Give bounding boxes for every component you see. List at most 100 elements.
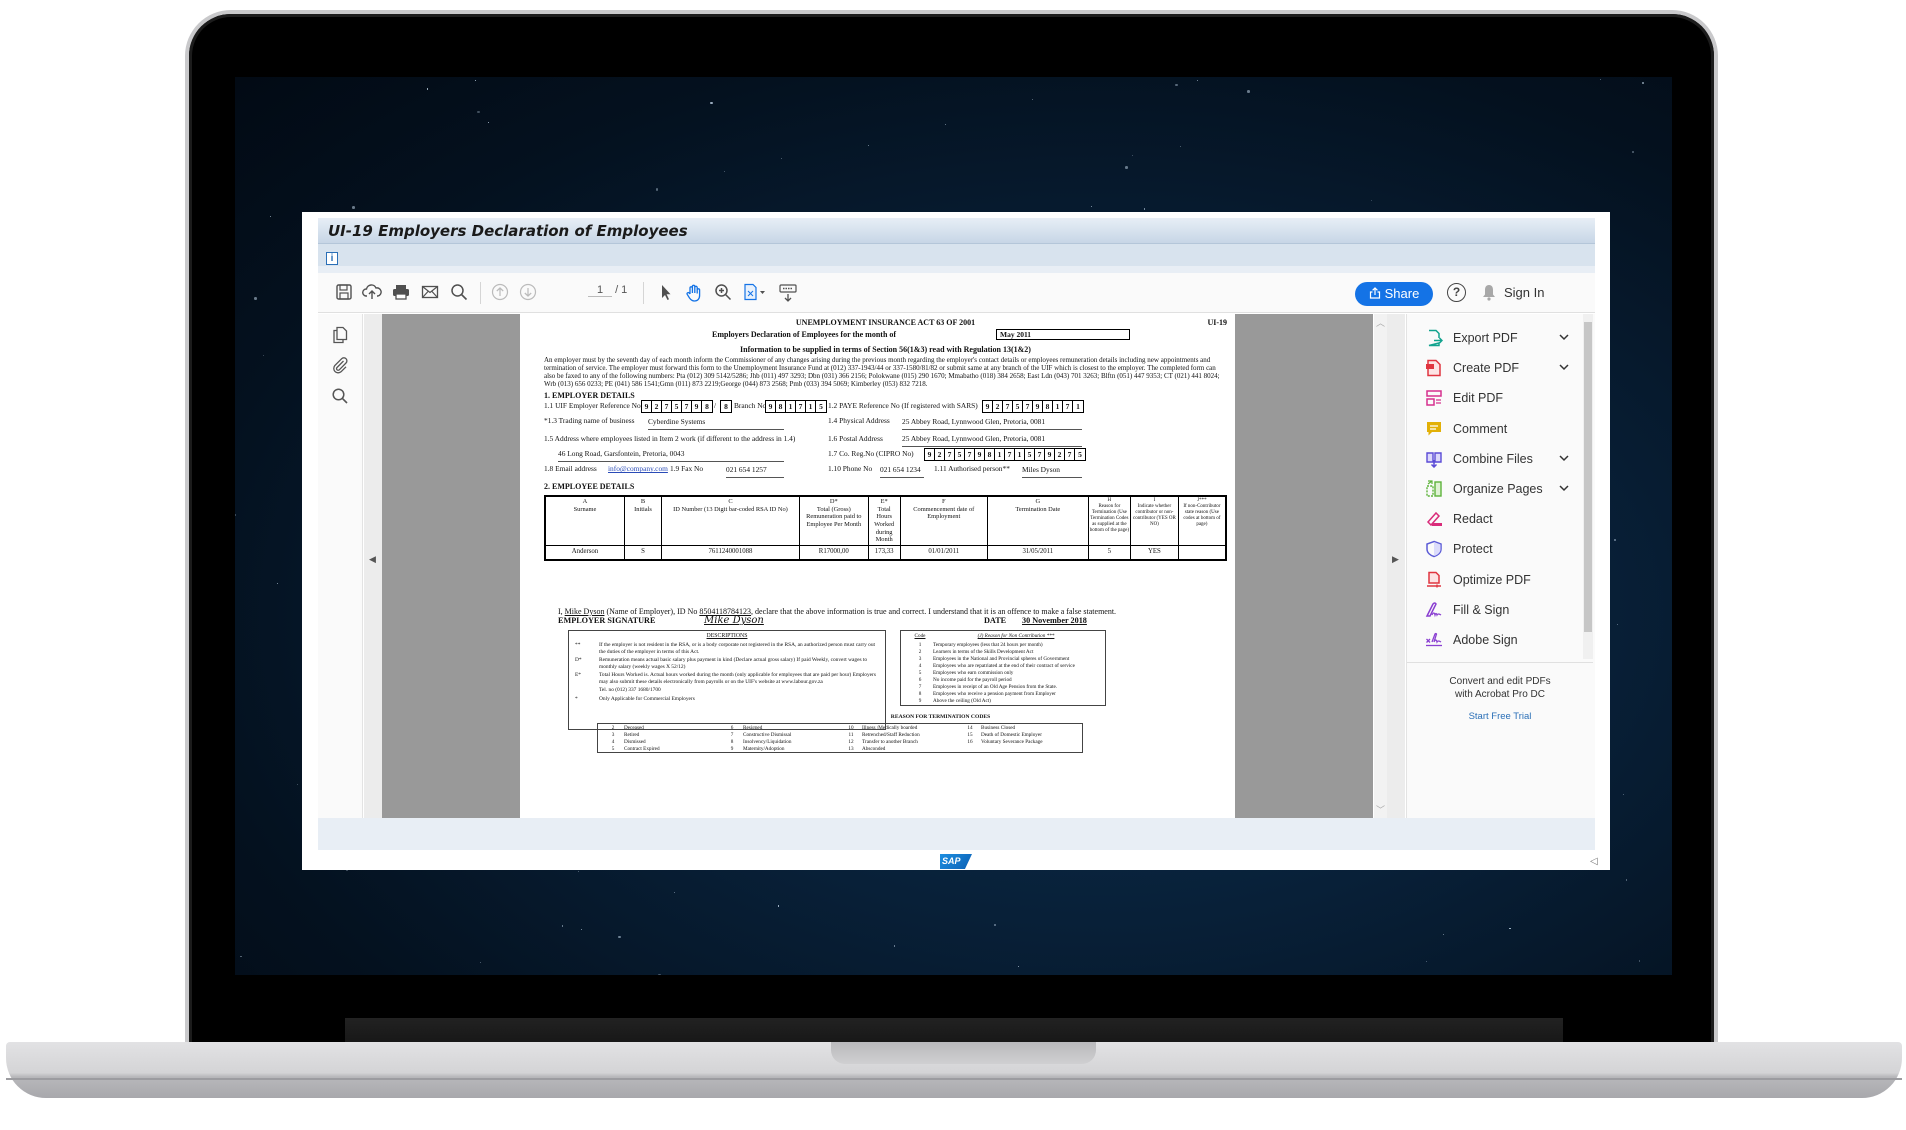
tool-fill-sign[interactable]: Fill & Sign bbox=[1425, 598, 1575, 622]
tool-create-pdf[interactable]: Create PDF bbox=[1425, 356, 1575, 380]
select-arrow-icon[interactable] bbox=[656, 283, 676, 303]
postal-address-field[interactable]: 25 Abbey Road, Lynnwood Glen, Pretoria, … bbox=[902, 434, 1082, 448]
comment-icon bbox=[1425, 420, 1443, 438]
physical-address-label: 1.4 Physical Address bbox=[828, 416, 890, 426]
acrobat-toolbar: 1 / 1 Share ? Sign In bbox=[318, 273, 1595, 313]
digit-cell: 5 bbox=[1013, 401, 1023, 413]
table-cell[interactable]: 01/01/2011 bbox=[899, 545, 988, 561]
termination-code-item: 12 Transfer to another Branch bbox=[840, 739, 959, 746]
hand-icon[interactable] bbox=[684, 283, 704, 303]
page-number-input[interactable]: 1 bbox=[588, 284, 612, 297]
employer-name: Mike Dyson bbox=[564, 606, 605, 616]
scrollbar-thumb[interactable] bbox=[1584, 322, 1592, 632]
description-key: ** bbox=[575, 642, 581, 649]
tool-label: Optimize PDF bbox=[1453, 572, 1531, 587]
digit-cell: 7 bbox=[1065, 449, 1075, 461]
column-title: Reason for Termination (Use Termination … bbox=[1089, 503, 1130, 533]
star-decoration bbox=[235, 514, 237, 516]
tool-redact[interactable]: Redact bbox=[1425, 507, 1575, 531]
email-icon[interactable] bbox=[420, 283, 440, 303]
tools-panel-scrollbar[interactable] bbox=[1583, 314, 1593, 659]
scroll-up-icon[interactable]: ︿ bbox=[1376, 316, 1385, 329]
document-vertical-scrollbar[interactable]: ︿ ﹀ bbox=[1374, 314, 1387, 818]
upload-cloud-icon[interactable] bbox=[362, 283, 382, 303]
page-down-icon[interactable] bbox=[518, 283, 538, 303]
table-cell[interactable] bbox=[1177, 545, 1227, 561]
page-up-icon[interactable] bbox=[490, 283, 510, 303]
descriptions-box: DESCRIPTIONS ** If the employer is not re… bbox=[568, 630, 886, 731]
sign-in-link[interactable]: Sign In bbox=[1504, 285, 1544, 300]
table-cell[interactable]: YES bbox=[1130, 545, 1179, 561]
attachment-icon[interactable] bbox=[331, 356, 349, 374]
table-cell[interactable]: 173,33 bbox=[867, 545, 901, 561]
phone-field[interactable]: 021 654 1234 bbox=[880, 465, 924, 479]
column-title: ID Number (13 Digit bar-coded RSA ID No) bbox=[673, 505, 788, 513]
branch-digits[interactable]: 981715 bbox=[765, 400, 827, 414]
document-area[interactable]: UNEMPLOYMENT INSURANCE ACT 63 OF 2001 UI… bbox=[382, 314, 1373, 818]
table-cell[interactable]: 31/05/2011 bbox=[986, 545, 1089, 561]
left-panel-toggle[interactable]: ◀ bbox=[364, 314, 382, 818]
non-contribution-heading: (J) Reason for Non Contribution *** bbox=[977, 633, 1055, 640]
right-panel-toggle[interactable]: ▶ bbox=[1387, 314, 1405, 818]
authorised-person-field[interactable]: Miles Dyson bbox=[1022, 465, 1082, 479]
uif-ref-suffix[interactable]: 8 bbox=[720, 400, 732, 414]
trading-name-field[interactable]: Cyberdine Systems bbox=[648, 417, 784, 431]
chevron-down-icon[interactable] bbox=[1559, 447, 1569, 471]
notification-bell-icon[interactable] bbox=[1482, 284, 1496, 301]
print-icon[interactable] bbox=[391, 283, 411, 303]
acrobat-viewer: 1 / 1 Share ? Sign In ◀ UNEMPLOYMENT INS… bbox=[318, 273, 1595, 818]
column-header: C ID Number (13 Digit bar-coded RSA ID No… bbox=[661, 495, 800, 547]
tool-optimize-pdf[interactable]: Optimize PDF bbox=[1425, 568, 1575, 592]
table-cell[interactable]: R17000,00 bbox=[798, 545, 869, 561]
table-cell[interactable]: 7611240001088 bbox=[661, 545, 800, 561]
month-field[interactable]: May 2011 bbox=[996, 329, 1130, 340]
share-button[interactable]: Share bbox=[1355, 282, 1433, 306]
search-icon[interactable] bbox=[331, 387, 349, 405]
tool-organize-pages[interactable]: Organize Pages bbox=[1425, 477, 1575, 501]
window-resize-icon[interactable]: ◁ bbox=[1590, 856, 1598, 867]
paye-digits[interactable]: 9275798171 bbox=[982, 400, 1084, 414]
tool-export-pdf[interactable]: Export PDF bbox=[1425, 326, 1575, 350]
tool-label: Combine Files bbox=[1453, 451, 1533, 466]
table-cell[interactable]: S bbox=[623, 545, 663, 561]
laptop-notch bbox=[831, 1042, 1096, 1064]
star-decoration bbox=[1639, 960, 1641, 962]
save-icon[interactable] bbox=[334, 283, 354, 303]
email-link[interactable]: info@company.com bbox=[608, 464, 668, 474]
info-icon[interactable]: i bbox=[326, 252, 338, 265]
acrobat-promo: Convert and edit PDFs with Acrobat Pro D… bbox=[1407, 662, 1593, 818]
table-cell[interactable]: Anderson bbox=[544, 545, 625, 561]
tool-comment[interactable]: Comment bbox=[1425, 417, 1575, 441]
star-decoration bbox=[655, 188, 659, 191]
start-free-trial-link[interactable]: Start Free Trial bbox=[1407, 711, 1593, 722]
chevron-down-icon[interactable] bbox=[1559, 326, 1569, 350]
scroll-down-icon[interactable]: ﹀ bbox=[1376, 803, 1385, 816]
chevron-down-icon[interactable] bbox=[1559, 477, 1569, 501]
help-icon[interactable]: ? bbox=[1447, 283, 1466, 302]
chevron-down-icon[interactable] bbox=[1559, 356, 1569, 380]
search-icon[interactable] bbox=[449, 283, 469, 303]
page-thumbnails-icon[interactable] bbox=[331, 326, 349, 344]
digit-cell: 9 bbox=[975, 449, 985, 461]
column-code: B bbox=[640, 497, 646, 505]
star-decoration bbox=[1626, 879, 1628, 881]
physical-address-field[interactable]: 25 Abbey Road, Lynnwood Glen, Pretoria, … bbox=[902, 417, 1082, 431]
date-label: DATE bbox=[984, 616, 1007, 626]
digit-cell: 5 bbox=[819, 402, 823, 412]
promo-line-1: Convert and edit PDFs bbox=[1449, 676, 1551, 687]
fax-field[interactable]: 021 654 1257 bbox=[726, 465, 784, 479]
tool-edit-pdf[interactable]: Edit PDF bbox=[1425, 386, 1575, 410]
keyboard-read-icon[interactable] bbox=[778, 283, 798, 303]
page-fit-icon[interactable] bbox=[742, 283, 768, 303]
tool-adobe-sign[interactable]: Adobe Sign bbox=[1425, 628, 1575, 652]
star-decoration bbox=[1613, 538, 1617, 542]
table-cell[interactable]: 5 bbox=[1087, 545, 1132, 561]
uif-ref-digits[interactable]: 9275798 bbox=[641, 400, 713, 414]
reason: Voluntary Severance Package bbox=[981, 738, 1043, 745]
tool-protect[interactable]: Protect bbox=[1425, 537, 1575, 561]
tool-combine-files[interactable]: Combine Files bbox=[1425, 447, 1575, 471]
work-address-field[interactable]: 46 Long Road, Garsfontein, Pretoria, 004… bbox=[558, 449, 784, 463]
coreg-digits[interactable]: 9275798171579275 bbox=[924, 448, 1086, 462]
zoom-in-icon[interactable] bbox=[713, 283, 733, 303]
window-titlebar: UI-19 Employers Declaration of Employees bbox=[318, 218, 1595, 244]
